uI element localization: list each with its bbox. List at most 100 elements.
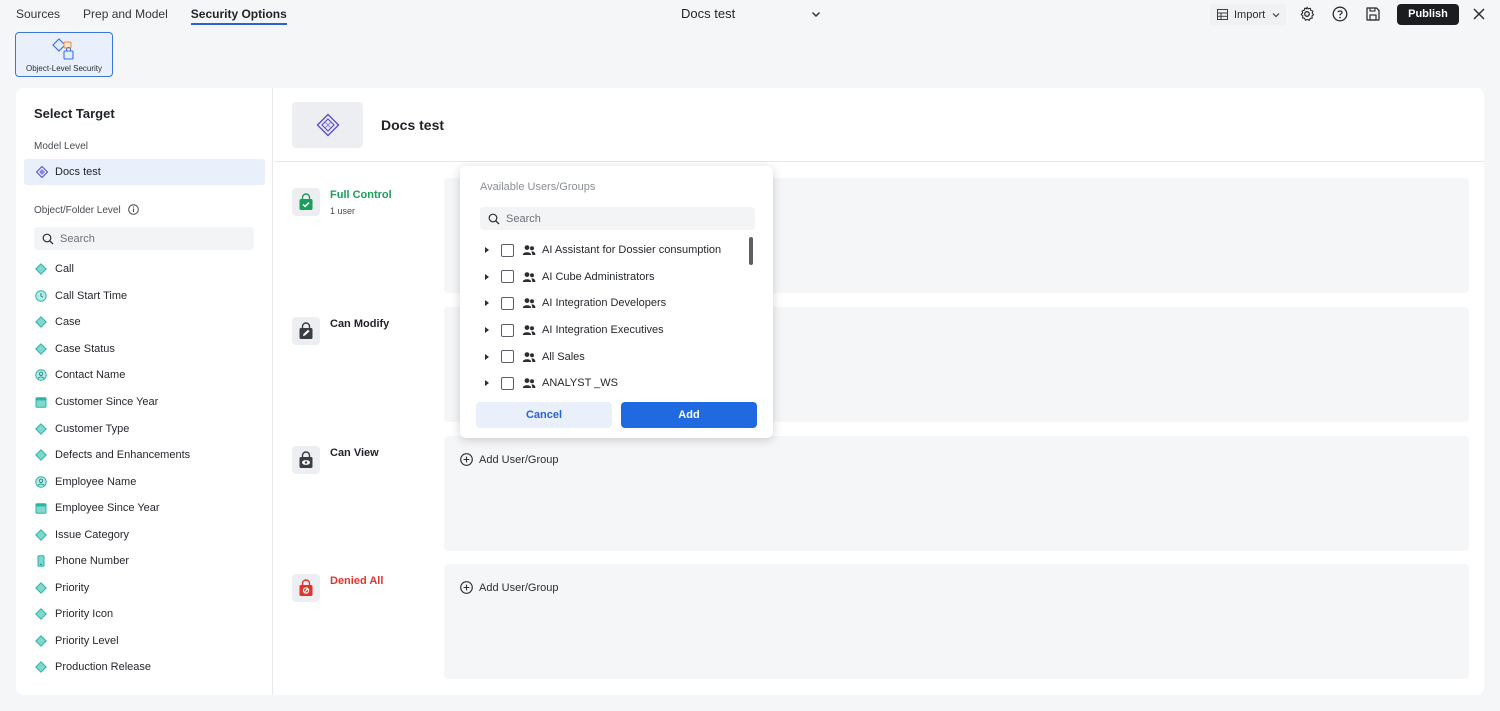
user-group-checkbox[interactable] [501,270,514,284]
save-icon[interactable] [1365,6,1381,22]
object-list-item[interactable]: Priority Icon [35,601,265,628]
person-icon [35,475,47,488]
object-list-item[interactable]: Case [35,309,265,336]
object-list-item-label: Priority Level [55,634,119,647]
attribute-icon [35,661,47,674]
user-group-checkbox[interactable] [501,243,514,257]
model-item-docs-test[interactable]: Docs test [24,159,265,185]
model-icon [316,113,339,137]
model-icon [36,166,48,178]
caret-right-icon[interactable] [483,299,491,307]
caret-right-icon[interactable] [483,273,491,281]
tab-bar: Sources Prep and Model Security Options [0,0,310,28]
popover-search-input[interactable]: Search [480,207,755,230]
object-list-item[interactable]: Production Release [35,654,265,681]
attribute-icon [35,581,47,594]
object-list-item-label: Phone Number [55,555,129,568]
perm-subtitle: 1 user [330,206,356,216]
object-list-item[interactable]: Priority [35,575,265,602]
object-list-item-label: Priority Icon [55,608,114,621]
object-list-item-label: Case Status [55,342,115,355]
perm-title: Can View [330,447,379,459]
object-list-item[interactable]: Call [35,256,265,283]
object-list-item[interactable]: Case Status [35,336,265,363]
chevron-down-icon [1272,12,1280,17]
object-list-item-label: Defects and Enhancements [55,449,191,462]
info-icon[interactable] [127,204,139,215]
object-level-label: Object/Folder Level [34,204,139,216]
object-list-item-label: Customer Since Year [55,396,159,408]
chevron-down-icon[interactable] [810,8,822,20]
caret-right-icon[interactable] [483,353,491,361]
tab-prep-and-model[interactable]: Prep and Model [83,0,168,28]
caret-right-icon[interactable] [483,379,491,387]
user-group-icon [522,272,536,282]
user-group-icon [522,378,536,389]
perm-title: Full Control [330,189,392,201]
add-user-group-button[interactable]: Add User/Group [460,453,558,466]
can-view-lock-icon [292,446,320,474]
object-list-item[interactable]: Customer Since Year [35,389,265,416]
object-list-item[interactable]: Defects and Enhancements [35,442,265,469]
denied-lock-icon [292,574,320,602]
search-icon [42,233,54,244]
publish-button[interactable]: Publish [1397,4,1459,25]
user-group-item: AI Assistant for Dossier consumption [480,237,740,264]
scrollbar-thumb[interactable] [749,237,753,265]
object-level-security-button[interactable]: Object-Level Security [15,32,113,77]
user-group-label: AI Integration Executives [542,324,664,337]
user-group-label: AI Integration Developers [542,297,667,310]
gear-icon[interactable] [1299,6,1315,22]
user-group-checkbox[interactable] [501,296,514,310]
person-icon [35,369,47,382]
model-title: Docs test [381,117,445,133]
user-group-checkbox[interactable] [501,350,514,364]
object-list: Call Call Start Time Case Case Status Contac… [35,256,265,681]
user-group-item: All Sales [480,343,740,370]
model-header: Docs test [274,88,1484,162]
object-list-item[interactable]: Employee Since Year [35,495,265,522]
object-list-item[interactable]: Call Start Time [35,283,265,310]
model-big-icon [292,102,363,148]
select-target-heading: Select Target [34,106,115,121]
caret-right-icon[interactable] [483,326,491,334]
target-sidebar: Select Target Model Level Docs test Obje… [16,88,273,695]
object-list-item[interactable]: Issue Category [35,521,265,548]
object-list-item[interactable]: Employee Name [35,468,265,495]
help-icon[interactable] [1332,6,1348,22]
object-search-input[interactable]: Search [34,227,254,250]
search-icon [488,213,500,224]
user-group-label: ANALYST _WS [542,377,619,390]
users-groups-list: AI Assistant for Dossier consumption AI C… [480,237,740,397]
object-list-item-label: Production Release [55,661,152,674]
user-group-icon [522,325,536,336]
user-group-item: AI Integration Developers [480,290,740,317]
close-icon[interactable] [1471,6,1487,22]
perm-title: Can Modify [330,318,390,330]
import-button[interactable]: Import [1210,4,1286,25]
popover-title: Available Users/Groups [480,181,596,193]
user-group-checkbox[interactable] [501,376,514,390]
caret-right-icon[interactable] [483,246,491,254]
calendar-icon [35,396,47,408]
top-bar: Sources Prep and Model Security Options … [0,0,1500,28]
user-group-checkbox[interactable] [501,323,514,337]
tab-security-options[interactable]: Security Options [190,0,287,28]
object-level-text: Object/Folder Level [34,205,121,216]
object-list-item[interactable]: Contact Name [35,362,265,389]
full-control-lock-icon [292,188,320,216]
attribute-icon [35,608,47,621]
add-button[interactable]: Add [621,402,757,428]
object-list-item-label: Customer Type [55,422,130,435]
tab-sources[interactable]: Sources [16,0,60,28]
cancel-button[interactable]: Cancel [476,402,612,428]
object-list-item[interactable]: Priority Level [35,628,265,655]
users-groups-popover: Available Users/Groups Search AI Assista… [460,166,773,438]
document-title[interactable]: Docs test [681,0,735,28]
plus-circle-icon [460,581,473,594]
object-list-item[interactable]: Customer Type [35,415,265,442]
attribute-icon [35,449,47,462]
search-placeholder: Search [60,232,95,245]
add-user-group-button[interactable]: Add User/Group [460,581,558,594]
object-list-item[interactable]: Phone Number [35,548,265,575]
